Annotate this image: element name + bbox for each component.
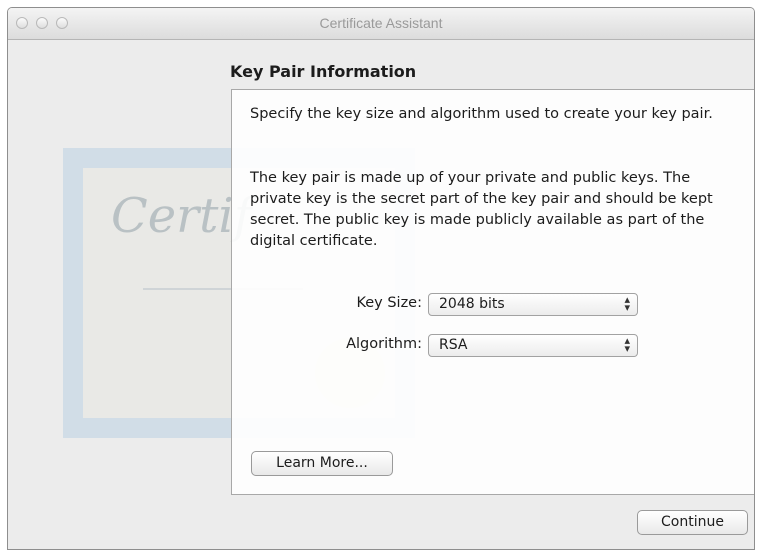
learn-more-button[interactable]: Learn More... [251,451,393,476]
window-title: Certificate Assistant [319,15,443,31]
description-text: The key pair is made up of your private … [250,170,713,249]
content-panel: Specify the key size and algorithm used … [231,89,754,495]
certificate-assistant-window: Certificate Assistant Certif Key Pair In… [7,7,755,550]
key-size-value: 2048 bits [439,296,505,312]
algorithm-value: RSA [439,337,468,353]
intro-text: Specify the key size and algorithm used … [250,106,713,122]
continue-button[interactable]: Continue [637,510,748,535]
title-bar: Certificate Assistant [8,8,754,40]
page-heading: Key Pair Information [230,62,417,81]
algorithm-label: Algorithm: [346,336,422,352]
updown-arrows-icon: ▴ ▾ [624,334,630,355]
updown-arrows-icon: ▴ ▾ [624,293,630,314]
key-size-popup[interactable]: 2048 bits ▴ ▾ [428,293,638,316]
algorithm-popup[interactable]: RSA ▴ ▾ [428,334,638,357]
key-size-label: Key Size: [356,295,422,311]
